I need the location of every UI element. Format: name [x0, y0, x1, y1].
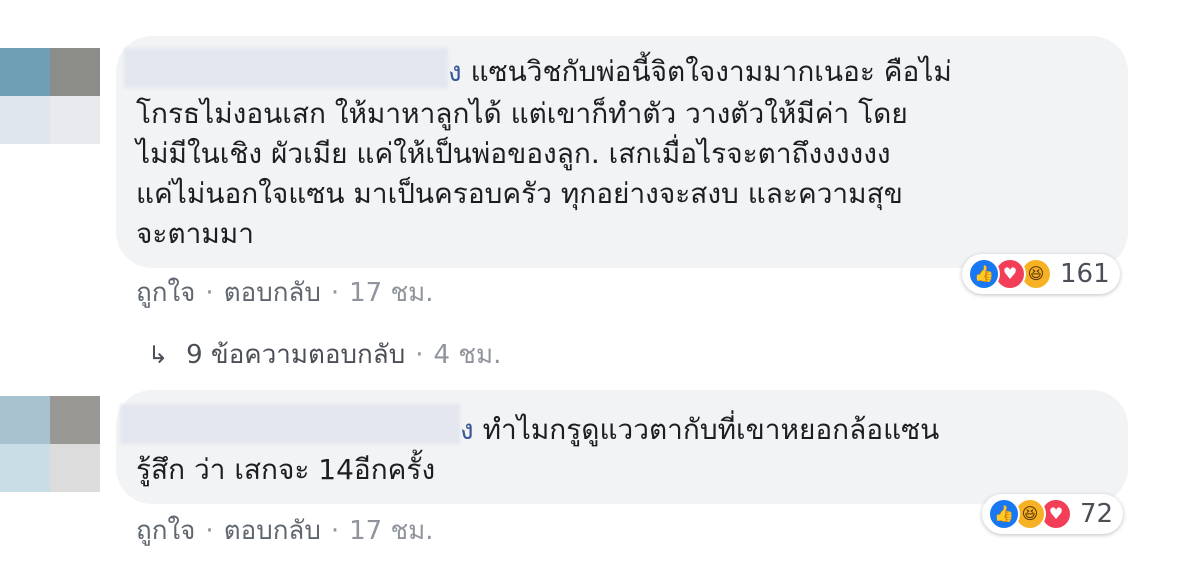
- comment-actions: ถูกใจ · ตอบกลับ · 17 ชม.: [136, 510, 434, 551]
- author-name[interactable]: ง: [448, 55, 462, 88]
- like-link[interactable]: ถูกใจ: [136, 516, 195, 546]
- reply-link[interactable]: ตอบกลับ: [224, 516, 321, 546]
- comment-line: จะตามมา: [136, 217, 254, 250]
- timestamp[interactable]: 17 ชม.: [349, 516, 433, 546]
- timestamp[interactable]: 17 ชม.: [349, 278, 433, 308]
- replies-count-label[interactable]: 9 ข้อความตอบกลับ: [186, 340, 405, 370]
- comment-line: ง แซนวิชกับพ่อนี้จิตใจงามมากเนอะ คือไม่: [448, 55, 952, 88]
- comment-line: แค่ไม่นอกใจแซน มาเป็นครอบครัว ทุกอย่างจะ…: [136, 177, 903, 210]
- separator: ·: [205, 278, 214, 308]
- like-icon: 👍: [988, 498, 1020, 530]
- avatar[interactable]: [0, 396, 100, 492]
- reaction-count: 72: [1080, 499, 1114, 529]
- timestamp: 4 ชม.: [433, 340, 502, 370]
- comment-thread: ง แซนวิชกับพ่อนี้จิตใจงามมากเนอะ คือไม่ …: [0, 0, 1200, 574]
- comment-line: รู้สึก ว่า เสกจะ 14อีกครั้ง: [136, 453, 436, 486]
- comment-actions: ถูกใจ · ตอบกลับ · 17 ชม.: [136, 272, 434, 313]
- separator: ·: [330, 516, 340, 546]
- separator: ·: [330, 278, 340, 308]
- avatar[interactable]: [0, 48, 100, 144]
- reply-link[interactable]: ตอบกลับ: [224, 278, 321, 308]
- comment-line: ง ทำไมกรูดูแววตากับที่เขาหยอกล้อแซน: [460, 413, 940, 446]
- separator: ·: [205, 516, 214, 546]
- like-link[interactable]: ถูกใจ: [136, 278, 195, 308]
- separator: ·: [415, 340, 424, 370]
- view-replies-link[interactable]: ↳ 9 ข้อความตอบกลับ · 4 ชม.: [148, 334, 501, 375]
- reply-arrow-icon: ↳: [148, 341, 169, 369]
- like-icon: 👍: [968, 258, 1000, 290]
- reactions-summary[interactable]: 👍 ♥ 😆 161: [962, 254, 1120, 294]
- comment-line: โกรธไม่งอนเสก ให้มาหาลูกได้ แต่เขาก็ทำตั…: [136, 97, 908, 130]
- reactions-summary[interactable]: 👍 😆 ♥ 72: [982, 494, 1124, 534]
- reaction-count: 161: [1060, 259, 1110, 289]
- author-name[interactable]: ง: [460, 413, 474, 446]
- comment-line: ไม่มีในเชิง ผัวเมีย แค่ให้เป็นพ่อของลูก.…: [136, 137, 891, 170]
- redacted-author-name[interactable]: [120, 404, 460, 444]
- redacted-author-name[interactable]: [124, 48, 448, 88]
